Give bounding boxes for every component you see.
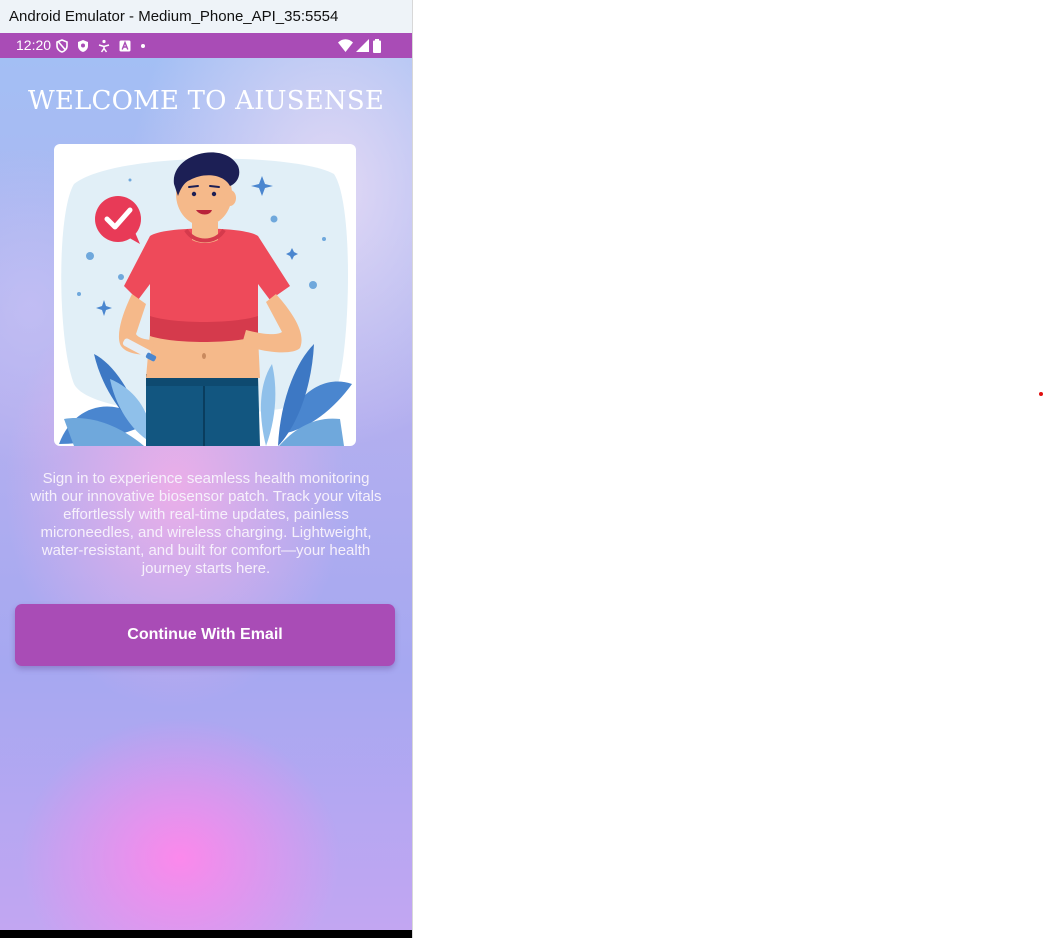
battery-icon: [373, 38, 381, 53]
emulator-window: Android Emulator - Medium_Phone_API_35:5…: [0, 0, 413, 938]
status-bar: 12:20: [0, 33, 412, 58]
a-badge-icon: [119, 40, 131, 51]
dnd-shield-icon: [56, 38, 68, 53]
welcome-screen: WELCOME TO AIUSENSE Sign in to experienc…: [0, 58, 412, 930]
page-title: WELCOME TO AIUSENSE: [27, 86, 385, 116]
continue-with-email-button[interactable]: Continue With Email: [15, 604, 395, 666]
dot-icon: [141, 43, 145, 48]
status-notification-icons: [56, 38, 146, 53]
window-title: Android Emulator - Medium_Phone_API_35:5…: [0, 0, 412, 33]
accessibility-icon: [98, 39, 110, 52]
description-text: Sign in to experience seamless health mo…: [30, 470, 382, 577]
wifi-icon: [338, 39, 353, 52]
cell-signal-icon: [356, 39, 369, 52]
status-system-icons: [338, 38, 382, 53]
status-time: 12:20: [16, 37, 52, 53]
insulin-injection-illustration: [59, 152, 352, 446]
vpn-shield-icon: [78, 39, 88, 52]
cursor-dot: [1039, 392, 1043, 396]
navigation-bar: [0, 930, 412, 938]
hero-illustration: [54, 144, 356, 446]
